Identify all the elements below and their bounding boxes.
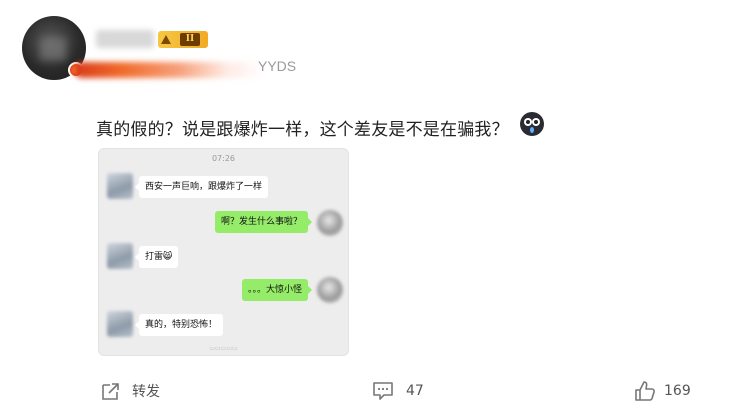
repost-label: 转发 [132, 384, 160, 400]
level-label: II [180, 33, 200, 46]
avatar-blur [40, 38, 66, 60]
chat-avatar-left [107, 243, 133, 269]
image-watermark: ▭▭▭▭▭ [209, 345, 238, 352]
chat-time: 07:26 [211, 154, 236, 163]
author-name-blurred[interactable] [96, 30, 154, 48]
thumbs-up-icon [635, 381, 655, 401]
chat-message: 西安一声巨响，跟爆炸了一样 [134, 176, 269, 198]
level-badge: II [158, 31, 208, 48]
like-count: 169 [664, 383, 691, 399]
author-subtitle: YYDS [258, 58, 297, 74]
chat-avatar-left [107, 311, 133, 337]
post-text: 真的假的？说是跟爆炸一样，这个差友是不是在骗我？ [96, 120, 509, 140]
repost-icon [102, 383, 119, 400]
repost-button[interactable]: 转发 [100, 380, 160, 402]
comment-count: 47 [406, 383, 424, 399]
chat-message: 啊？发生什么事啦？ [214, 211, 313, 233]
chat-avatar-left [107, 173, 133, 199]
chat-avatar-right [317, 210, 343, 236]
chat-message: 打雷😸 [134, 246, 179, 268]
comment-icon [373, 382, 393, 400]
chat-screenshot-image[interactable]: 07:26 西安一声巨响，跟爆炸了一样 啊？发生什么事啦？ 打雷😸 。。。大惊小… [98, 148, 349, 356]
crown-icon [158, 31, 174, 48]
comment-button[interactable]: 47 [372, 380, 424, 402]
chat-avatar-right [317, 277, 343, 303]
crying-face-icon [520, 112, 544, 136]
fan-badge-bar [74, 62, 264, 78]
chat-message: 真的，特别恐怖！ [134, 314, 224, 336]
chat-message: 。。。大惊小怪 [241, 279, 313, 301]
like-button[interactable]: 169 [634, 380, 691, 402]
